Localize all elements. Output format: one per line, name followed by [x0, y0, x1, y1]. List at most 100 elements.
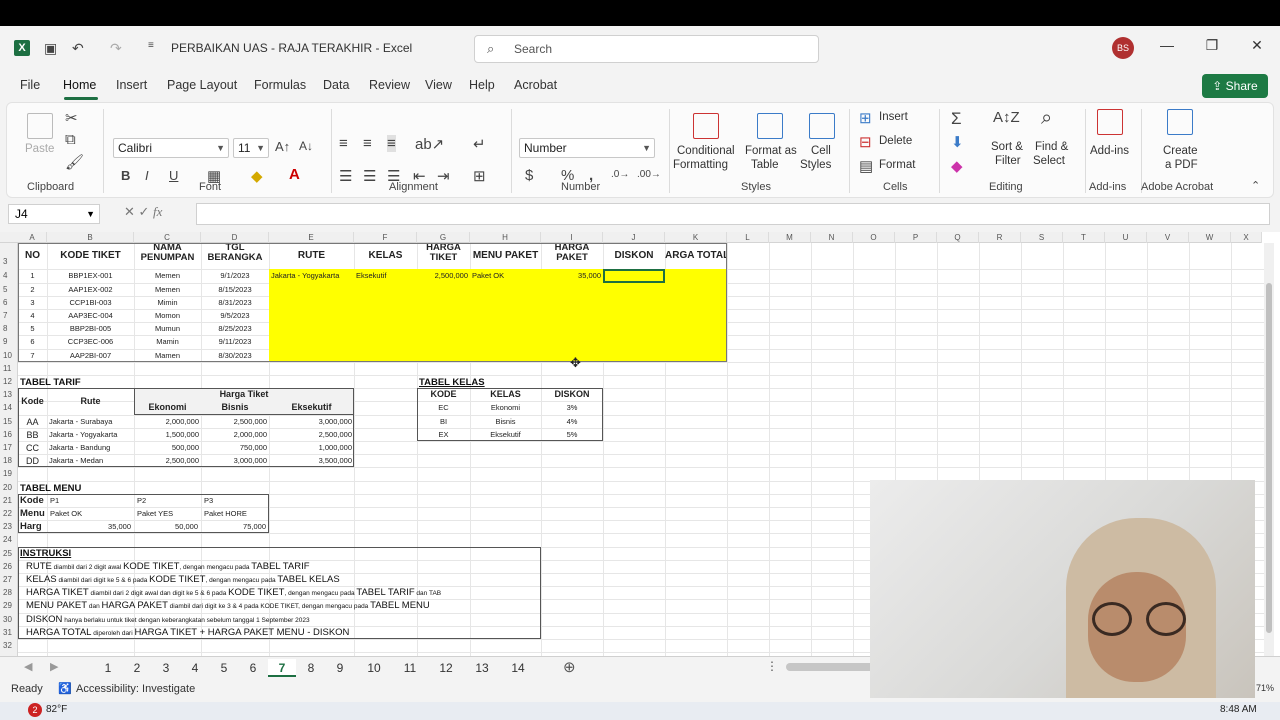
zoom-level[interactable]: 71%	[1256, 683, 1274, 693]
sheet-tab-4[interactable]: 4	[181, 659, 209, 677]
minimize-icon[interactable]: —	[1157, 37, 1177, 53]
fill-icon[interactable]: ⬇	[951, 133, 964, 151]
tab-data[interactable]: Data	[323, 78, 349, 92]
main-table-cell[interactable]: Eksekutif	[356, 271, 415, 280]
tab-page-layout[interactable]: Page Layout	[167, 78, 237, 92]
row-header[interactable]: 30	[0, 615, 18, 624]
scroll-thumb[interactable]	[1266, 283, 1272, 633]
main-table-cell[interactable]: 1	[20, 271, 45, 280]
row-header[interactable]: 15	[0, 417, 18, 426]
sheet-tab-9[interactable]: 9	[326, 659, 354, 677]
tab-file[interactable]: File	[20, 78, 40, 92]
italic-icon[interactable]: I	[145, 168, 149, 183]
sheet-tab-10[interactable]: 10	[358, 659, 390, 677]
sort-filter-icon[interactable]: A↕Z	[993, 109, 1020, 126]
column-header[interactable]: P	[895, 232, 937, 243]
row-header[interactable]: 23	[0, 522, 18, 531]
accessibility-icon[interactable]: ♿	[58, 682, 72, 695]
sheet-tab-7[interactable]: 7	[268, 659, 296, 677]
row-header[interactable]: 3	[0, 257, 18, 266]
column-header[interactable]: J	[603, 232, 665, 243]
vertical-scrollbar[interactable]	[1264, 243, 1274, 673]
row-header[interactable]: 4	[0, 271, 18, 280]
font-color-icon[interactable]: A	[289, 166, 300, 183]
weather-temp[interactable]: 82°F	[46, 704, 67, 715]
tab-view[interactable]: View	[425, 78, 452, 92]
main-table-cell[interactable]: 7	[20, 351, 45, 360]
main-table-cell[interactable]: Mamin	[136, 337, 199, 346]
main-table-cell[interactable]: Mamen	[136, 351, 199, 360]
bold-icon[interactable]: B	[121, 168, 130, 183]
row-header[interactable]: 10	[0, 351, 18, 360]
main-table-cell[interactable]: 2	[20, 285, 45, 294]
column-header[interactable]: D	[201, 232, 269, 243]
main-table-cell[interactable]: CCP1BI-003	[49, 298, 132, 307]
decrease-font-icon[interactable]: A↓	[299, 139, 313, 153]
name-box[interactable]: J4 ▼	[8, 204, 100, 224]
row-header[interactable]: 18	[0, 456, 18, 465]
main-table-cell[interactable]: Paket OK	[472, 271, 539, 280]
sheet-tab-14[interactable]: 14	[502, 659, 534, 677]
copy-icon[interactable]: ⧉	[65, 131, 76, 148]
column-header[interactable]: T	[1063, 232, 1105, 243]
column-header[interactable]: B	[47, 232, 134, 243]
autosave-icon[interactable]: ▣	[44, 40, 57, 57]
avatar[interactable]: BS	[1112, 37, 1134, 59]
main-table-cell[interactable]: 2,500,000	[419, 271, 468, 280]
main-table-cell[interactable]: CCP3EC-006	[49, 337, 132, 346]
underline-icon[interactable]: U	[169, 168, 178, 183]
row-header[interactable]: 17	[0, 443, 18, 452]
conditional-formatting-icon[interactable]	[693, 113, 719, 139]
close-icon[interactable]: ✕	[1247, 37, 1267, 54]
main-table-cell[interactable]: AAP2BI-007	[49, 351, 132, 360]
restore-icon[interactable]: ❐	[1202, 37, 1222, 54]
column-header[interactable]: R	[979, 232, 1021, 243]
row-header[interactable]: 19	[0, 469, 18, 478]
align-center-icon[interactable]: ☰	[363, 167, 376, 185]
next-sheet-icon[interactable]: ▶	[50, 660, 58, 673]
row-header[interactable]: 16	[0, 430, 18, 439]
autosum-icon[interactable]: Σ	[951, 109, 962, 129]
main-table-cell[interactable]: BBP2BI-005	[49, 324, 132, 333]
sheet-tab-1[interactable]: 1	[94, 659, 122, 677]
sheet-tab-11[interactable]: 11	[394, 659, 426, 677]
row-header[interactable]: 22	[0, 509, 18, 518]
fill-color-icon[interactable]: ◆	[251, 167, 263, 185]
horizontal-scrollbar[interactable]	[786, 663, 876, 671]
format-cells-icon[interactable]: ▤	[859, 157, 873, 175]
column-header[interactable]: O	[853, 232, 895, 243]
weather-badge-icon[interactable]: 2	[28, 703, 42, 717]
column-header[interactable]: Q	[937, 232, 979, 243]
currency-icon[interactable]: $	[525, 167, 533, 184]
main-table-cell[interactable]: 8/30/2023	[203, 351, 267, 360]
tab-formulas[interactable]: Formulas	[254, 78, 306, 92]
main-table-cell[interactable]: 8/25/2023	[203, 324, 267, 333]
column-header[interactable]: L	[727, 232, 769, 243]
column-header[interactable]: I	[541, 232, 603, 243]
customize-toolbar-icon[interactable]: ≡	[148, 40, 154, 51]
formula-input[interactable]	[196, 203, 1270, 225]
insert-function-icon[interactable]: ✕ ✓ fx	[124, 204, 162, 220]
clock-time[interactable]: 8:48 AM	[1220, 704, 1257, 715]
row-header[interactable]: 6	[0, 298, 18, 307]
main-table-cell[interactable]: 9/11/2023	[203, 337, 267, 346]
row-header[interactable]: 31	[0, 628, 18, 637]
column-header[interactable]: X	[1231, 232, 1262, 243]
main-table-cell[interactable]: 3	[20, 298, 45, 307]
increase-font-icon[interactable]: A↑	[275, 139, 290, 154]
main-table-cell[interactable]: 8/31/2023	[203, 298, 267, 307]
sheet-tab-13[interactable]: 13	[466, 659, 498, 677]
sheet-tab-3[interactable]: 3	[152, 659, 180, 677]
column-header[interactable]: N	[811, 232, 853, 243]
accessibility-status[interactable]: Accessibility: Investigate	[76, 683, 195, 695]
main-table-cell[interactable]: Memen	[136, 285, 199, 294]
sheet-tab-5[interactable]: 5	[210, 659, 238, 677]
sheet-tab-2[interactable]: 2	[123, 659, 151, 677]
main-table-cell[interactable]: Memen	[136, 271, 199, 280]
merge-center-icon[interactable]: ⊞	[473, 167, 486, 185]
cut-icon[interactable]: ✂	[65, 109, 78, 127]
row-header[interactable]: 24	[0, 535, 18, 544]
main-table-cell[interactable]: BBP1EX-001	[49, 271, 132, 280]
column-header[interactable]: A	[18, 232, 47, 243]
search-input[interactable]: ⌕ Search	[474, 35, 819, 63]
